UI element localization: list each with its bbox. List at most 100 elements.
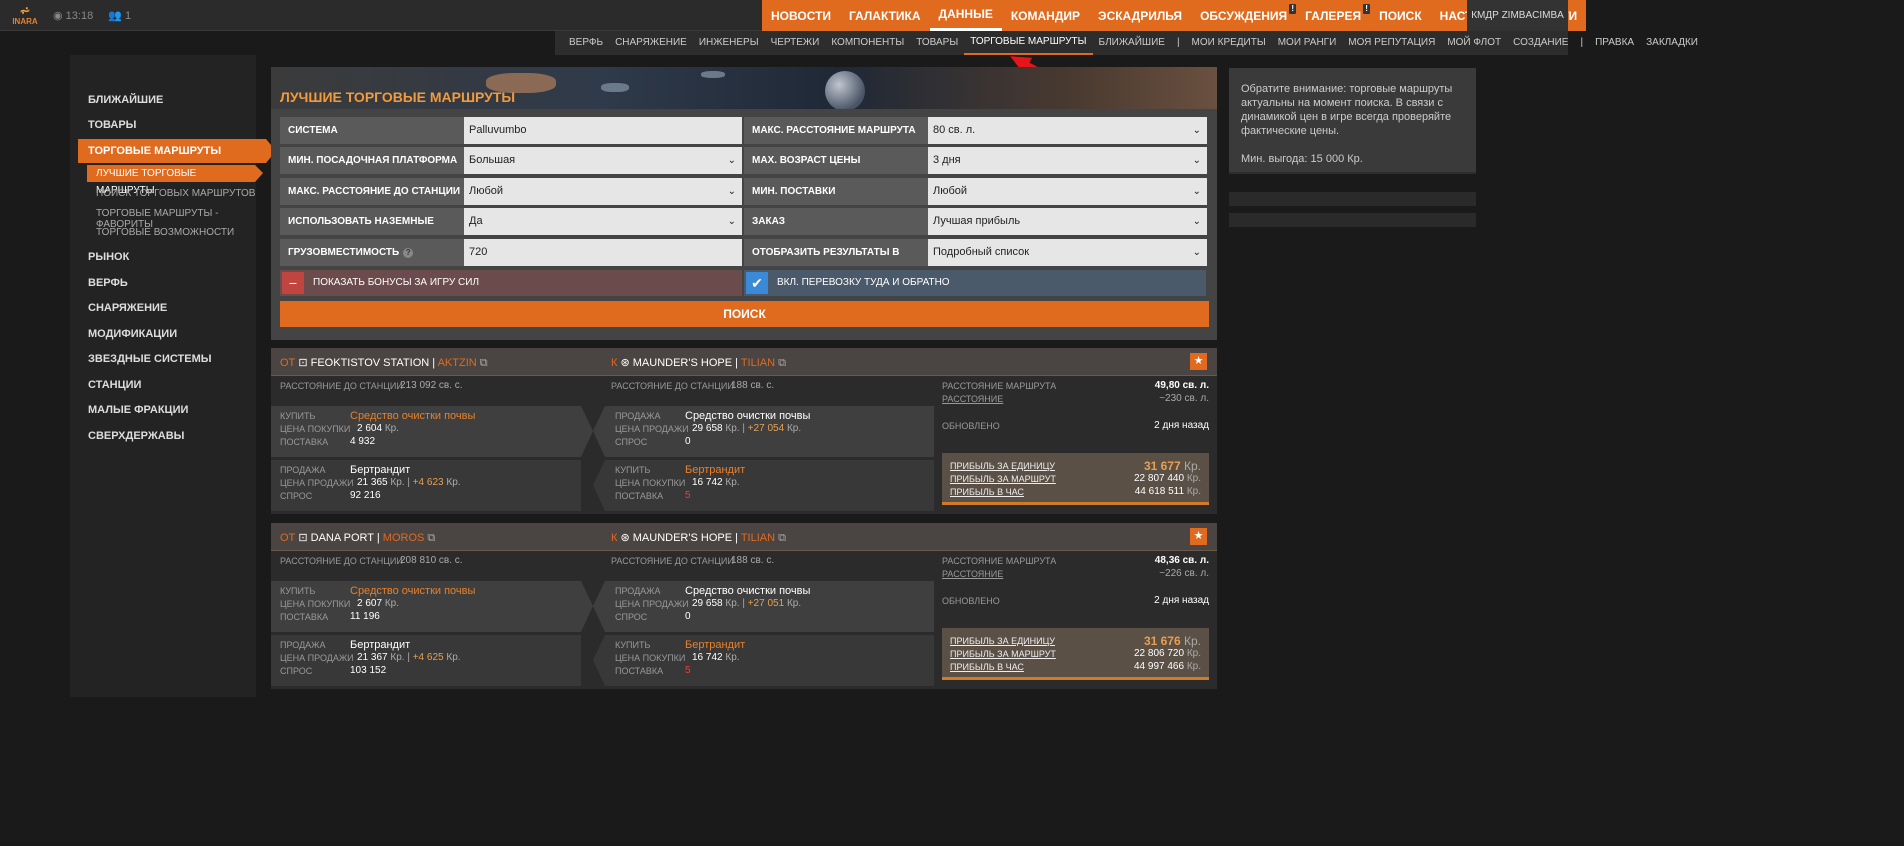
order-select[interactable]: Лучшая прибыль ⌄ [928, 208, 1207, 235]
label: ПОСТАВКА [280, 437, 329, 447]
price-age-select[interactable]: 3 дня ⌄ [928, 147, 1207, 174]
commodity-link[interactable]: Бертрандит [685, 639, 745, 651]
sidebar-item-outfitting[interactable]: СНАРЯЖЕНИЕ [88, 302, 167, 314]
commodity-link[interactable]: Средство очистки почвы [350, 585, 475, 597]
min-supply-select[interactable]: Любой ⌄ [928, 178, 1207, 205]
subnav-my-fleet[interactable]: МОЙ ФЛОТ [1441, 31, 1507, 55]
subnav-my-reputation[interactable]: МОЯ РЕПУТАЦИЯ [1342, 31, 1441, 55]
nav-commander[interactable]: КОМАНДИР [1002, 0, 1089, 31]
landing-pad-select[interactable]: Большая ⌄ [464, 147, 742, 174]
buy-price: 2 604 Кр. [357, 423, 399, 434]
station-distance-select[interactable]: Любой ⌄ [464, 178, 742, 205]
label: РАССТОЯНИЕ [942, 394, 1004, 404]
buy-price: 16 742 Кр. [692, 652, 740, 663]
sidebar-subitem-route-search[interactable]: ПОИСК ТОРГОВЫХ МАРШРУТОВ [96, 188, 255, 199]
sidebar-item-trade-routes[interactable]: ТОРГОВЫЕ МАРШРУТЫ [78, 139, 276, 163]
inara-logo[interactable]: ⩫ INARA [8, 4, 42, 27]
subnav-blueprints[interactable]: ЧЕРТЕЖИ [765, 31, 826, 55]
label: РАССТОЯНИЕ [942, 569, 1004, 579]
display-select[interactable]: Подробный список ⌄ [928, 239, 1207, 266]
from-system-link[interactable]: AKTZIN [438, 357, 477, 369]
subnav-components[interactable]: КОМПОНЕНТЫ [825, 31, 910, 55]
demand-value: 0 [685, 611, 691, 622]
sidebar-item-minor-factions[interactable]: МАЛЫЕ ФРАКЦИИ [88, 404, 188, 416]
to-station-link[interactable]: MAUNDER'S HOPE [633, 357, 732, 369]
sidebar-subitem-best-routes[interactable]: ЛУЧШИЕ ТОРГОВЫЕ МАРШРУТЫ [87, 165, 263, 196]
help-icon[interactable]: ? [403, 248, 414, 258]
label: ЦЕНА ПРОДАЖИ [615, 599, 689, 609]
label: КУПИТЬ [615, 465, 651, 475]
label: РАССТОЯНИЕ МАРШРУТА [942, 381, 1057, 391]
distance: ~226 св. л. [1159, 568, 1209, 579]
copy-icon[interactable]: ⧉ [778, 532, 786, 544]
label: ЦЕНА ПРОДАЖИ [615, 424, 689, 434]
sidebar-item-stations[interactable]: СТАНЦИИ [88, 379, 141, 391]
sub-nav: ВЕРФЬ СНАРЯЖЕНИЕ ИНЖЕНЕРЫ ЧЕРТЕЖИ КОМПОН… [555, 31, 1698, 55]
station-icon: ⊛ [620, 357, 630, 369]
surface-stations-select[interactable]: Да ⌄ [464, 208, 742, 235]
sidebar-item-nearest[interactable]: БЛИЖАЙШИЕ [88, 94, 163, 106]
subnav-outfitting[interactable]: СНАРЯЖЕНИЕ [609, 31, 693, 55]
search-button[interactable]: ПОИСК [280, 301, 1209, 327]
nav-data[interactable]: ДАННЫЕ [929, 0, 1002, 31]
label: ПРОДАЖА [280, 465, 326, 475]
label: ПРОДАЖА [615, 411, 661, 421]
powerplay-bonus-toggle[interactable]: − ПОКАЗАТЬ БОНУСЫ ЗА ИГРУ СИЛ [280, 270, 742, 296]
copy-icon[interactable]: ⧉ [427, 532, 435, 544]
supply-value: 5 [685, 490, 691, 501]
subnav-bookmarks[interactable]: ЗАКЛАДКИ [1640, 31, 1704, 55]
subnav-my-ranks[interactable]: МОИ РАНГИ [1272, 31, 1343, 55]
profit-box: ПРИБЫЛЬ ЗА ЕДИНИЦУ 31 676 Кр. ПРИБЫЛЬ ЗА… [942, 628, 1209, 680]
to-system-link[interactable]: TILIAN [741, 357, 775, 369]
subnav-crafting[interactable]: СОЗДАНИЕ [1507, 31, 1574, 55]
sidebar-item-modifications[interactable]: МОДИФИКАЦИИ [88, 328, 177, 340]
subnav-commodities[interactable]: ТОВАРЫ [910, 31, 964, 55]
top-bar: ⩫ INARA ◉ 13:18 👥 1 НОВОСТИ ГАЛАКТИКА ДАН… [0, 0, 1587, 31]
sidebar-item-shipyard[interactable]: ВЕРФЬ [88, 277, 128, 289]
sidebar-item-star-systems[interactable]: ЗВЕЗДНЫЕ СИСТЕМЫ [88, 353, 212, 365]
favorite-star-button[interactable]: ★ [1190, 528, 1207, 545]
subnav-nearest[interactable]: БЛИЖАЙШИЕ [1093, 31, 1171, 55]
label: ПРИБЫЛЬ В ЧАС [950, 487, 1024, 497]
to-station-link[interactable]: MAUNDER'S HOPE [633, 532, 732, 544]
to-system-link[interactable]: TILIAN [741, 532, 775, 544]
station-icon: ⊡ [298, 357, 308, 369]
cargo-input[interactable]: 720 [464, 239, 742, 266]
round-trip-toggle[interactable]: ✔ ВКЛ. ПЕРЕВОЗКУ ТУДА И ОБРАТНО [744, 270, 1206, 296]
favorite-star-button[interactable]: ★ [1190, 353, 1207, 370]
label: ПОСТАВКА [615, 666, 664, 676]
field-route-distance: МАКС. РАССТОЯНИЕ МАРШРУТА 80 св. л. ⌄ [744, 117, 1207, 144]
nav-discussions[interactable]: ОБСУЖДЕНИЯ! [1191, 0, 1297, 31]
note-text: Обратите внимание: торговые маршруты акт… [1241, 83, 1453, 137]
subnav-my-credits[interactable]: МОИ КРЕДИТЫ [1186, 31, 1272, 55]
from-system-link[interactable]: MOROS [383, 532, 425, 544]
nav-news[interactable]: НОВОСТИ [762, 0, 840, 31]
route-distance-select[interactable]: 80 св. л. ⌄ [928, 117, 1207, 144]
nav-galaxy[interactable]: ГАЛАКТИКА [840, 0, 930, 31]
route-distance: 49,80 св. л. [1154, 380, 1209, 391]
copy-icon[interactable]: ⧉ [778, 357, 786, 369]
label: ПОСТАВКА [280, 612, 329, 622]
from-station-link[interactable]: DANA PORT [311, 532, 374, 544]
commodity-link[interactable]: Средство очистки почвы [350, 410, 475, 422]
label: ОБНОВЛЕНО [942, 421, 1000, 431]
sidebar-subitem-opportunities[interactable]: ТОРГОВЫЕ ВОЗМОЖНОСТИ [96, 227, 234, 238]
commander-name[interactable]: КМДР ZIMBACIMBA [1467, 0, 1568, 31]
nav-squadron[interactable]: ЭСКАДРИЛЬЯ [1089, 0, 1191, 31]
minus-icon: − [282, 272, 304, 294]
nav-gallery[interactable]: ГАЛЕРЕЯ! [1296, 0, 1371, 31]
subnav-edit[interactable]: ПРАВКА [1589, 31, 1640, 55]
side-placeholder [1229, 192, 1476, 206]
sidebar-item-superpowers[interactable]: СВЕРХДЕРЖАВЫ [88, 430, 184, 442]
commodity-link[interactable]: Бертрандит [685, 464, 745, 476]
sidebar-item-market[interactable]: РЫНОК [88, 251, 129, 263]
from-station-link[interactable]: FEOKTISTOV STATION [311, 357, 430, 369]
copy-icon[interactable]: ⧉ [480, 357, 488, 369]
system-input[interactable]: Palluvumbo [464, 117, 742, 144]
field-label: СИСТЕМА [280, 117, 464, 144]
sidebar-item-commodities[interactable]: ТОВАРЫ [88, 119, 136, 131]
nav-search[interactable]: ПОИСК [1370, 0, 1431, 31]
subnav-shipyard[interactable]: ВЕРФЬ [563, 31, 609, 55]
subnav-trade-routes[interactable]: ТОРГОВЫЕ МАРШРУТЫ [964, 31, 1093, 55]
subnav-engineers[interactable]: ИНЖЕНЕРЫ [693, 31, 765, 55]
